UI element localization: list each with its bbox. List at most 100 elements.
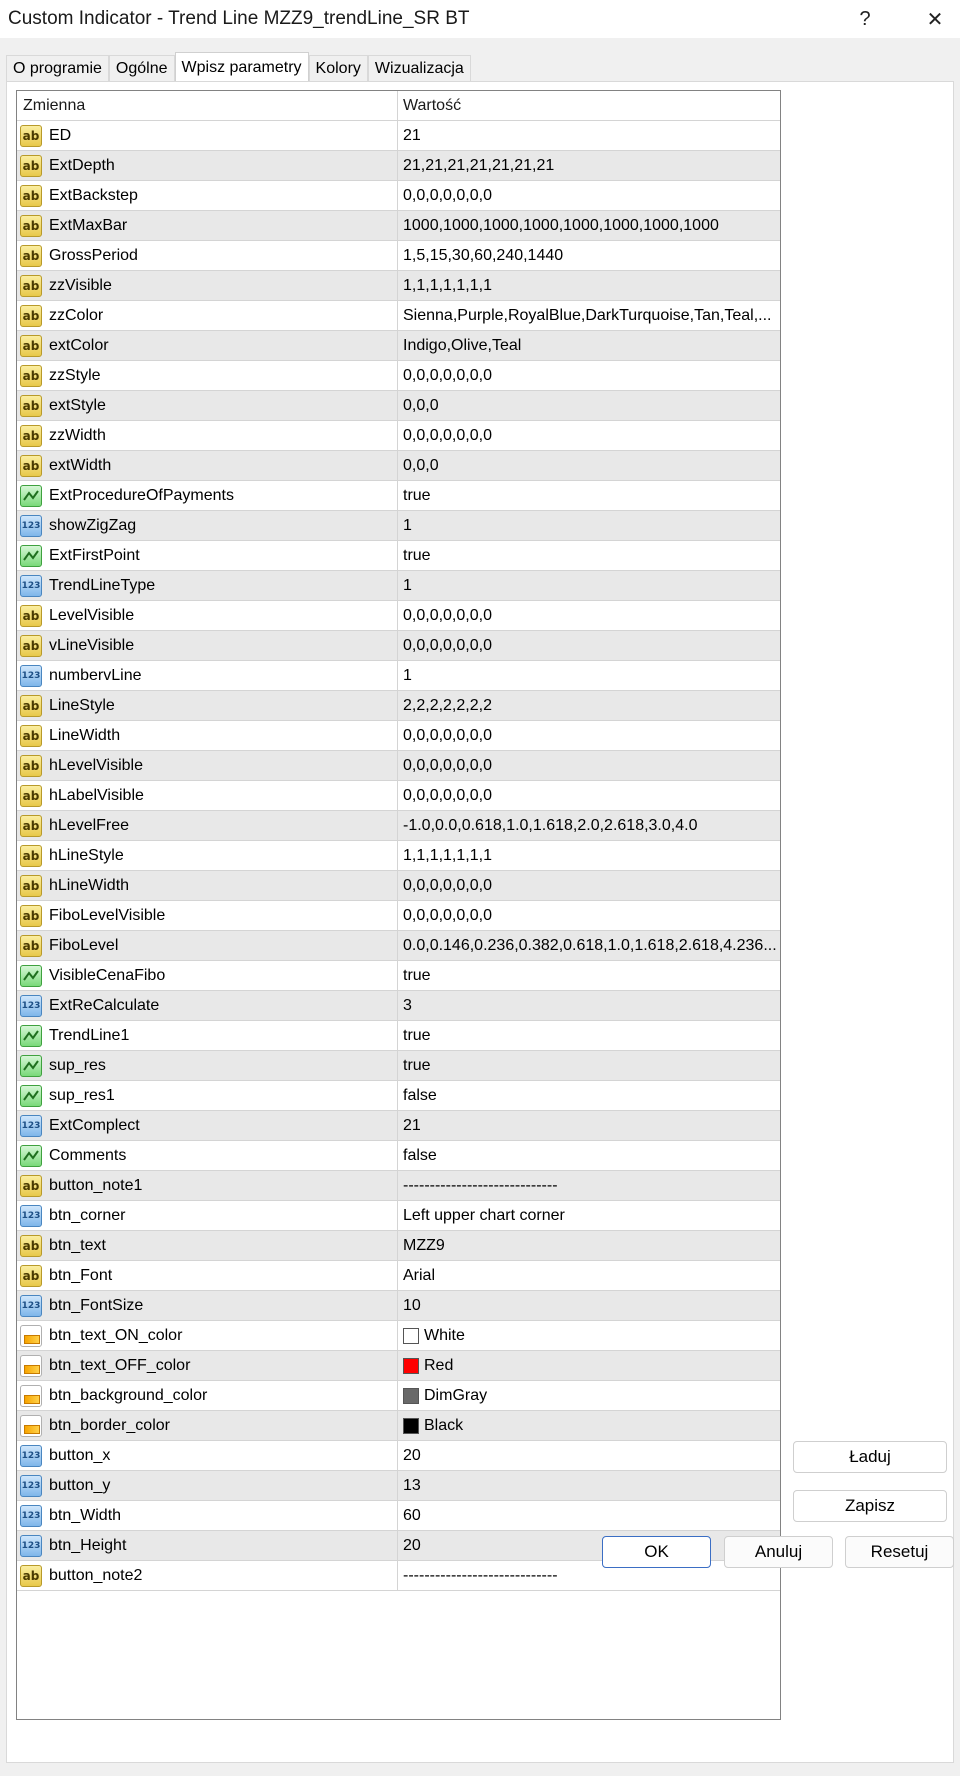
table-row[interactable]: sup_res1 false (17, 1081, 780, 1111)
value-cell[interactable]: 0,0,0,0,0,0,0 (398, 781, 780, 811)
help-button[interactable]: ? (834, 0, 896, 38)
load-button[interactable]: Ładuj (793, 1441, 947, 1473)
value-cell[interactable]: Left upper chart corner (398, 1201, 780, 1231)
value-cell[interactable]: ----------------------------- (398, 1561, 780, 1591)
tab-ogólne[interactable]: Ogólne (108, 55, 175, 82)
table-row[interactable]: 123 btn_corner Left upper chart corner (17, 1201, 780, 1231)
value-cell[interactable]: 0,0,0,0,0,0,0 (398, 871, 780, 901)
table-row[interactable]: Comments false (17, 1141, 780, 1171)
ok-button[interactable]: OK (602, 1536, 711, 1568)
value-cell[interactable]: 0,0,0,0,0,0,0 (398, 721, 780, 751)
table-row[interactable]: btn_border_color Black (17, 1411, 780, 1441)
value-cell[interactable]: DimGray (398, 1381, 780, 1411)
tab-wizualizacja[interactable]: Wizualizacja (367, 55, 471, 82)
reset-button[interactable]: Resetuj (845, 1536, 954, 1568)
value-cell[interactable]: Indigo,Olive,Teal (398, 331, 780, 361)
value-cell[interactable]: true (398, 1021, 780, 1051)
value-cell[interactable]: false (398, 1081, 780, 1111)
table-row[interactable]: ab LineStyle 2,2,2,2,2,2,2 (17, 691, 780, 721)
value-cell[interactable]: 1000,1000,1000,1000,1000,1000,1000,1000 (398, 211, 780, 241)
table-row[interactable]: ab extWidth 0,0,0 (17, 451, 780, 481)
table-row[interactable]: ab vLineVisible 0,0,0,0,0,0,0 (17, 631, 780, 661)
tab-o-programie[interactable]: O programie (6, 55, 109, 82)
value-cell[interactable]: Black (398, 1411, 780, 1441)
cancel-button[interactable]: Anuluj (724, 1536, 833, 1568)
table-row[interactable]: 123 button_y 13 (17, 1471, 780, 1501)
value-cell[interactable]: 0,0,0,0,0,0,0 (398, 361, 780, 391)
save-button[interactable]: Zapisz (793, 1490, 947, 1522)
table-row[interactable]: 123 showZigZag 1 (17, 511, 780, 541)
value-cell[interactable]: 20 (398, 1531, 780, 1561)
table-row[interactable]: ab zzWidth 0,0,0,0,0,0,0 (17, 421, 780, 451)
table-row[interactable]: ab zzColor Sienna,Purple,RoyalBlue,DarkTur… (17, 301, 780, 331)
value-cell[interactable]: 0,0,0 (398, 451, 780, 481)
table-row[interactable]: ab hLineWidth 0,0,0,0,0,0,0 (17, 871, 780, 901)
value-cell[interactable]: 1,1,1,1,1,1,1 (398, 271, 780, 301)
value-cell[interactable]: 1 (398, 511, 780, 541)
table-row[interactable]: ab LevelVisible 0,0,0,0,0,0,0 (17, 601, 780, 631)
value-cell[interactable]: ----------------------------- (398, 1171, 780, 1201)
table-row[interactable]: ExtFirstPoint true (17, 541, 780, 571)
table-row[interactable]: ab LineWidth 0,0,0,0,0,0,0 (17, 721, 780, 751)
table-row[interactable]: ab ExtDepth 21,21,21,21,21,21,21 (17, 151, 780, 181)
value-cell[interactable]: 3 (398, 991, 780, 1021)
table-row[interactable]: ab extColor Indigo,Olive,Teal (17, 331, 780, 361)
value-cell[interactable]: 1,1,1,1,1,1,1 (398, 841, 780, 871)
table-row[interactable]: 123 button_x 20 (17, 1441, 780, 1471)
value-cell[interactable]: false (398, 1141, 780, 1171)
value-cell[interactable]: 21,21,21,21,21,21,21 (398, 151, 780, 181)
table-row[interactable]: ab extStyle 0,0,0 (17, 391, 780, 421)
table-row[interactable]: TrendLine1 true (17, 1021, 780, 1051)
table-row[interactable]: ab FiboLevelVisible 0,0,0,0,0,0,0 (17, 901, 780, 931)
table-row[interactable]: sup_res true (17, 1051, 780, 1081)
table-row[interactable]: ab btn_text MZZ9 (17, 1231, 780, 1261)
table-row[interactable]: ab zzVisible 1,1,1,1,1,1,1 (17, 271, 780, 301)
value-cell[interactable]: true (398, 541, 780, 571)
value-cell[interactable]: 60 (398, 1501, 780, 1531)
value-cell[interactable]: true (398, 1051, 780, 1081)
table-row[interactable]: ab FiboLevel 0.0,0.146,0.236,0.382,0.618,1… (17, 931, 780, 961)
value-cell[interactable]: Arial (398, 1261, 780, 1291)
table-row[interactable]: ab hLabelVisible 0,0,0,0,0,0,0 (17, 781, 780, 811)
column-header-variable[interactable]: Zmienna (17, 91, 398, 121)
table-row[interactable]: 123 numbervLine 1 (17, 661, 780, 691)
value-cell[interactable]: 1 (398, 661, 780, 691)
table-row[interactable]: ab ExtBackstep 0,0,0,0,0,0,0 (17, 181, 780, 211)
table-row[interactable]: 123 btn_Width 60 (17, 1501, 780, 1531)
value-cell[interactable]: 0,0,0,0,0,0,0 (398, 901, 780, 931)
table-row[interactable]: ab btn_Font Arial (17, 1261, 780, 1291)
value-cell[interactable]: 21 (398, 121, 780, 151)
table-row[interactable]: 123 TrendLineType 1 (17, 571, 780, 601)
table-row[interactable]: btn_background_color DimGray (17, 1381, 780, 1411)
value-cell[interactable]: Sienna,Purple,RoyalBlue,DarkTurquoise,Ta… (398, 301, 780, 331)
value-cell[interactable]: MZZ9 (398, 1231, 780, 1261)
value-cell[interactable]: 0,0,0,0,0,0,0 (398, 601, 780, 631)
table-row[interactable]: 123 ExtComplect 21 (17, 1111, 780, 1141)
table-row[interactable]: ExtProcedureOfPayments true (17, 481, 780, 511)
value-cell[interactable]: 10 (398, 1291, 780, 1321)
table-row[interactable]: ab hLineStyle 1,1,1,1,1,1,1 (17, 841, 780, 871)
value-cell[interactable]: White (398, 1321, 780, 1351)
table-row[interactable]: VisibleCenaFibo true (17, 961, 780, 991)
table-row[interactable]: ab hLevelFree -1.0,0.0,0.618,1.0,1.618,2.0… (17, 811, 780, 841)
value-cell[interactable]: 0.0,0.146,0.236,0.382,0.618,1.0,1.618,2.… (398, 931, 780, 961)
value-cell[interactable]: 0,0,0,0,0,0,0 (398, 631, 780, 661)
value-cell[interactable]: 20 (398, 1441, 780, 1471)
table-row[interactable]: ab ExtMaxBar 1000,1000,1000,1000,1000,1000… (17, 211, 780, 241)
table-row[interactable]: ab GrossPeriod 1,5,15,30,60,240,1440 (17, 241, 780, 271)
table-row[interactable]: ab zzStyle 0,0,0,0,0,0,0 (17, 361, 780, 391)
table-row[interactable]: ab ED 21 (17, 121, 780, 151)
tab-wpisz-parametry[interactable]: Wpisz parametry (174, 52, 309, 82)
table-row[interactable]: 123 btn_FontSize 10 (17, 1291, 780, 1321)
tab-kolory[interactable]: Kolory (308, 55, 368, 82)
close-button[interactable]: ✕ (904, 0, 960, 38)
table-row[interactable]: ab hLevelVisible 0,0,0,0,0,0,0 (17, 751, 780, 781)
value-cell[interactable]: 1 (398, 571, 780, 601)
table-row[interactable]: btn_text_ON_color White (17, 1321, 780, 1351)
table-row[interactable]: btn_text_OFF_color Red (17, 1351, 780, 1381)
value-cell[interactable]: 0,0,0,0,0,0,0 (398, 751, 780, 781)
column-header-value[interactable]: Wartość (398, 91, 780, 121)
value-cell[interactable]: 0,0,0,0,0,0,0 (398, 181, 780, 211)
table-row[interactable]: ab button_note1 --------------------------… (17, 1171, 780, 1201)
value-cell[interactable]: 0,0,0,0,0,0,0 (398, 421, 780, 451)
